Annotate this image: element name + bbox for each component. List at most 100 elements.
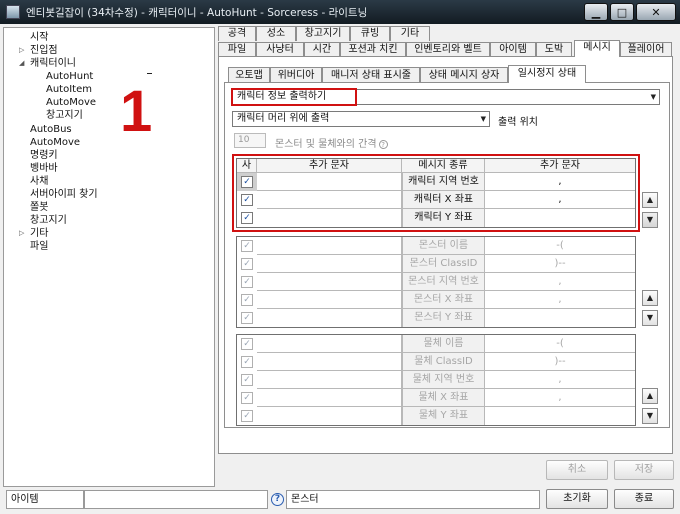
suffix-cell[interactable]: , — [485, 389, 635, 407]
prefix-cell[interactable] — [257, 335, 402, 353]
tree-item-automove-top[interactable]: AutoMove — [30, 136, 80, 149]
title-bar[interactable]: 엔티봇길잡이 (34차수정) - 캐릭터이니 - AutoHunt - Sorc… — [0, 0, 680, 24]
tab-time[interactable]: 시간 — [304, 42, 340, 57]
collapse-arrow-icon[interactable]: ◢ — [19, 57, 24, 70]
reset-button[interactable]: 초기화 — [546, 489, 608, 509]
suffix-cell[interactable]: , — [485, 291, 635, 309]
annotation-highlight-output-mode — [231, 88, 357, 106]
subtab-pause-state[interactable]: 일시정지 상태 — [508, 65, 586, 83]
navigation-tree[interactable]: 시작 ▷ 진입점 ◢ 캐릭터이니 AutoHunt AutoItem AutoM… — [3, 27, 215, 487]
output-position-select[interactable]: 캐릭터 머리 위에 출력 ▼ — [232, 111, 490, 127]
minimize-button[interactable]: ▁ — [584, 3, 608, 21]
tree-item-autobus[interactable]: AutoBus — [30, 123, 72, 136]
prefix-cell[interactable] — [257, 407, 402, 425]
row-checkbox[interactable]: ✓ — [241, 294, 253, 306]
prefix-cell[interactable] — [257, 371, 402, 389]
tree-item-private-loan[interactable]: 사채 — [30, 175, 48, 188]
tree-item-command-key[interactable]: 명령키 — [30, 149, 58, 162]
move-up-button[interactable]: ▲ — [642, 388, 658, 404]
suffix-cell[interactable]: -( — [485, 237, 635, 255]
status-field-monster: 몬스터 — [286, 490, 540, 509]
subtab-manager-statusbar[interactable]: 매니저 상태 표시줄 — [322, 67, 420, 83]
row-checkbox[interactable]: ✓ — [241, 240, 253, 252]
tab-hunting-ground[interactable]: 사냥터 — [256, 42, 304, 57]
move-up-button[interactable]: ▲ — [642, 290, 658, 306]
tree-item-autoitem[interactable]: AutoItem — [46, 83, 92, 96]
row-checkbox[interactable]: ✓ — [241, 312, 253, 324]
move-down-button[interactable]: ▼ — [642, 408, 658, 424]
tree-item-file[interactable]: 파일 — [30, 240, 48, 253]
subtab-waypoint[interactable]: 위버디아 — [270, 67, 322, 83]
output-position-value: 캐릭터 머리 위에 출력 — [237, 113, 330, 124]
move-up-button[interactable]: ▲ — [642, 192, 658, 208]
prefix-cell[interactable] — [257, 389, 402, 407]
tree-item-etc[interactable]: 기타 — [30, 227, 48, 240]
prefix-cell[interactable] — [257, 273, 402, 291]
dropdown-arrow-icon[interactable]: ▼ — [481, 112, 486, 126]
suffix-cell[interactable] — [485, 309, 635, 327]
move-down-button[interactable]: ▼ — [642, 212, 658, 228]
cancel-button[interactable]: 취소 — [546, 460, 608, 480]
tab-potion-chicken[interactable]: 포션과 치킨 — [340, 42, 406, 57]
tree-item-start[interactable]: 시작 — [30, 31, 48, 44]
prefix-cell[interactable] — [257, 309, 402, 327]
prefix-cell[interactable] — [257, 237, 402, 255]
spacing-value: 10 — [238, 135, 250, 145]
window-title: 엔티봇길잡이 (34차수정) - 캐릭터이니 - AutoHunt - Sorc… — [26, 6, 368, 19]
tab-item[interactable]: 아이템 — [490, 42, 536, 57]
object-message-grid: ✓ 물체 이름 -( ✓ 물체 ClassID )-- ✓ 물체 지역 번호 ,… — [236, 334, 636, 426]
suffix-cell[interactable]: )-- — [485, 353, 635, 371]
prefix-cell[interactable] — [257, 353, 402, 371]
suffix-cell[interactable]: )-- — [485, 255, 635, 273]
tab-cube[interactable]: 큐빙 — [350, 26, 390, 41]
message-type-cell: 물체 지역 번호 — [402, 371, 485, 389]
tree-item-entry[interactable]: 진입점 — [30, 44, 58, 57]
help-icon: ? — [378, 139, 388, 149]
message-type-cell: 몬스터 Y 좌표 — [402, 309, 485, 327]
tab-file[interactable]: 파일 — [218, 42, 256, 57]
tree-item-find-server-ip[interactable]: 서버아이피 찾기 — [30, 188, 98, 201]
move-down-button[interactable]: ▼ — [642, 310, 658, 326]
dropdown-arrow-icon[interactable]: ▼ — [651, 90, 656, 104]
tab-stash[interactable]: 창고지기 — [296, 26, 350, 41]
suffix-cell[interactable]: -( — [485, 335, 635, 353]
annotation-highlight-character-grid — [232, 154, 640, 232]
tab-player[interactable]: 플레이어 — [620, 42, 672, 57]
monster-message-grid: ✓ 몬스터 이름 -( ✓ 몬스터 ClassID )-- ✓ 몬스터 지역 번… — [236, 236, 636, 328]
subtab-automap[interactable]: 오토맵 — [228, 67, 270, 83]
tab-other[interactable]: 기타 — [390, 26, 430, 41]
tree-item-baal[interactable]: 벵바바 — [30, 162, 58, 175]
save-button[interactable]: 저장 — [614, 460, 674, 480]
row-checkbox[interactable]: ✓ — [241, 374, 253, 386]
prefix-cell[interactable] — [257, 291, 402, 309]
row-checkbox[interactable]: ✓ — [241, 392, 253, 404]
expand-arrow-icon[interactable]: ▷ — [19, 44, 24, 57]
row-checkbox[interactable]: ✓ — [241, 356, 253, 368]
tab-inventory-belt[interactable]: 인벤토리와 벨트 — [406, 42, 490, 57]
row-checkbox[interactable]: ✓ — [241, 338, 253, 350]
suffix-cell[interactable] — [485, 407, 635, 425]
tree-item-character-ini[interactable]: 캐릭터이니 — [30, 57, 76, 70]
tab-gamble[interactable]: 도박 — [536, 42, 572, 57]
tree-item-storage-keeper[interactable]: 창고지기 — [30, 214, 67, 227]
tab-sanctuary[interactable]: 성소 — [256, 26, 296, 41]
suffix-cell[interactable]: , — [485, 371, 635, 389]
tab-attack[interactable]: 공격 — [218, 26, 256, 41]
subtab-status-message-box[interactable]: 상태 메시지 상자 — [420, 67, 508, 83]
tab-message[interactable]: 메시지 — [574, 40, 620, 57]
close-button[interactable]: ✕ — [636, 3, 676, 21]
help-icon[interactable]: ? — [271, 493, 284, 506]
row-checkbox[interactable]: ✓ — [241, 410, 253, 422]
suffix-cell[interactable]: , — [485, 273, 635, 291]
prefix-cell[interactable] — [257, 255, 402, 273]
exit-button[interactable]: 종료 — [614, 489, 674, 509]
tree-item-automove[interactable]: AutoMove — [46, 96, 96, 109]
expand-arrow-icon[interactable]: ▷ — [19, 227, 24, 240]
row-checkbox[interactable]: ✓ — [241, 258, 253, 270]
tree-item-minion-bot[interactable]: 쫄봇 — [30, 201, 48, 214]
tree-item-autohunt[interactable]: AutoHunt — [46, 70, 93, 83]
status-field-item: 아이템 — [6, 490, 84, 509]
maximize-button[interactable]: □ — [610, 3, 634, 21]
row-checkbox[interactable]: ✓ — [241, 276, 253, 288]
tree-item-storage-keeper-sub[interactable]: 창고지기 — [46, 109, 83, 122]
